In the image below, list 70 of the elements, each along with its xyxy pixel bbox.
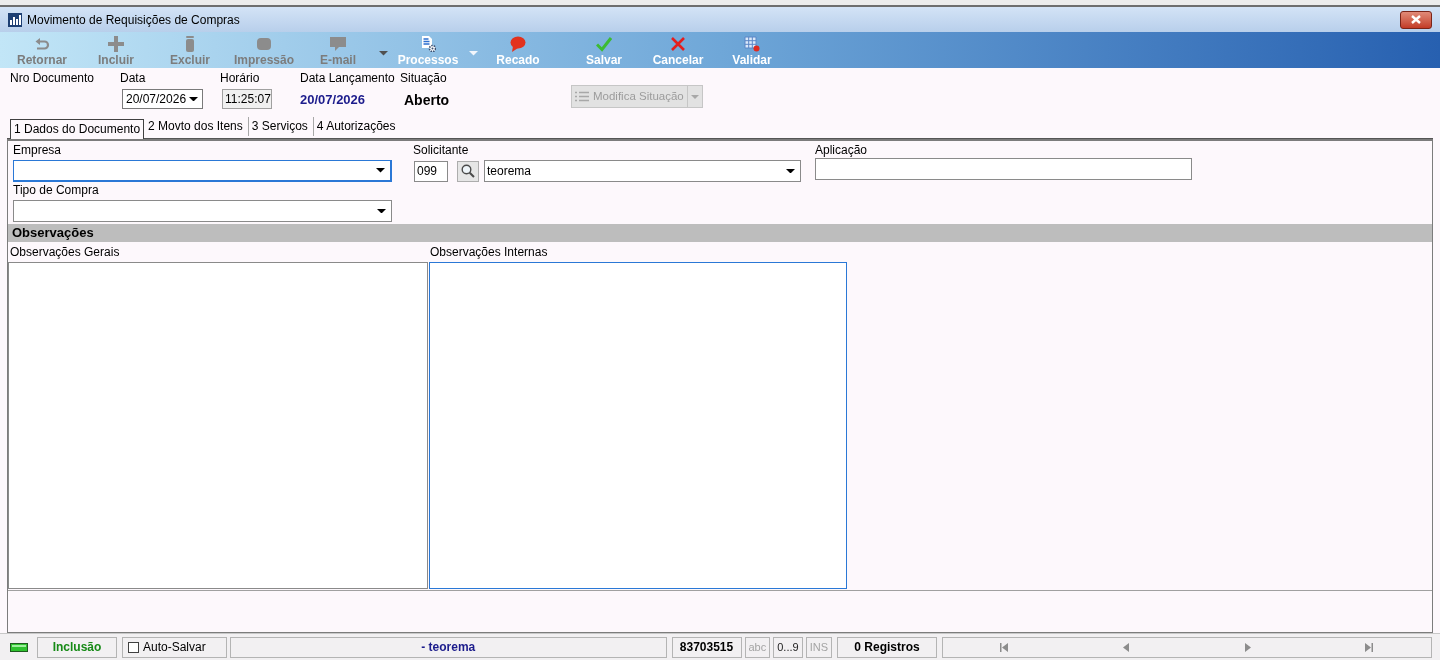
tab[interactable]: 4 Autorizações: [312, 117, 399, 136]
date-field[interactable]: 20/07/2026: [122, 89, 203, 109]
field-label: Data: [120, 71, 146, 85]
cross-icon: [670, 36, 686, 52]
field-label: Observações Internas: [429, 245, 549, 259]
records-status: 0 Registros: [837, 636, 937, 658]
caret-icon: [376, 168, 385, 173]
caret-icon: [690, 94, 699, 99]
check-icon: [596, 36, 612, 52]
search-icon: [461, 164, 475, 178]
last-icon: [1365, 642, 1375, 652]
bar-chart-icon: [8, 12, 22, 27]
printer-icon: [256, 36, 272, 52]
tab[interactable]: 3 Serviços: [247, 117, 311, 136]
checkbox-label[interactable]: Auto-Salvar: [143, 638, 206, 656]
notes-field[interactable]: [429, 262, 847, 589]
search-button[interactable]: [457, 160, 479, 182]
field-label: Horário: [220, 71, 260, 85]
caret-icon: [786, 168, 795, 174]
caret-icon: [377, 208, 386, 214]
field-label: Tipo de Compra: [13, 183, 99, 197]
field-label: Situação: [400, 71, 447, 85]
checkbox[interactable]: [128, 641, 139, 653]
launch-date-text: 20/07/2026: [300, 91, 366, 109]
toolbar-button[interactable]: Recado: [481, 32, 555, 68]
company-dropdown[interactable]: [13, 160, 392, 182]
first-record-button[interactable]: [997, 640, 1011, 654]
caret-icon: [378, 51, 388, 56]
close-button[interactable]: [1400, 10, 1432, 29]
field-label: Empresa: [13, 143, 63, 157]
window-title: Movimento de Requisições de Compras: [27, 11, 240, 29]
requester-dropdown[interactable]: teorema: [484, 160, 801, 182]
code-status: 83703515: [671, 636, 742, 658]
field-label: Aplicação: [815, 143, 869, 157]
next-icon: [1243, 642, 1253, 652]
purchase-type-dropdown[interactable]: [13, 200, 392, 222]
close-icon: [1411, 15, 1421, 24]
first-icon: [999, 642, 1009, 652]
toolbar-button[interactable]: Cancelar: [641, 32, 715, 68]
key-indicator: abc: [744, 636, 771, 658]
field-label: Data Lançamento: [300, 71, 395, 85]
previous-icon: [1121, 642, 1131, 652]
field-label: Solicitante: [413, 143, 470, 157]
toolbar-button[interactable]: Validar: [715, 32, 789, 68]
code-field[interactable]: 099: [414, 160, 448, 182]
message-icon: [330, 36, 346, 52]
indicator-icon: [10, 642, 28, 652]
section-header: Observações: [8, 224, 1432, 242]
speech-bubble-icon: [510, 36, 526, 52]
toolbar-button[interactable]: Salvar: [567, 32, 641, 68]
mode-status: Inclusão: [37, 636, 117, 658]
list-icon: [575, 91, 589, 102]
field-label: Observações Gerais: [9, 245, 121, 259]
return-arrow-icon: [34, 36, 50, 52]
field-label: Nro Documento: [10, 71, 95, 85]
grid-icon: [744, 36, 760, 52]
tab[interactable]: 1 Dados do Documento: [10, 119, 145, 139]
user-status: - teorema: [230, 636, 667, 658]
plus-icon: [108, 36, 124, 52]
key-indicator: 0...9: [773, 636, 803, 658]
status-text: Aberto: [404, 91, 450, 110]
key-indicator: INS: [805, 636, 832, 658]
time-field[interactable]: 11:25:07: [222, 89, 272, 109]
tab[interactable]: 2 Movto dos Itens: [145, 117, 246, 136]
toolbar-button[interactable]: Processos: [391, 32, 465, 68]
document-gear-icon: [420, 36, 436, 52]
caret-icon: [189, 96, 198, 102]
caret-icon: [468, 51, 478, 56]
notes-field[interactable]: [8, 262, 428, 589]
input-field[interactable]: [815, 158, 1192, 180]
